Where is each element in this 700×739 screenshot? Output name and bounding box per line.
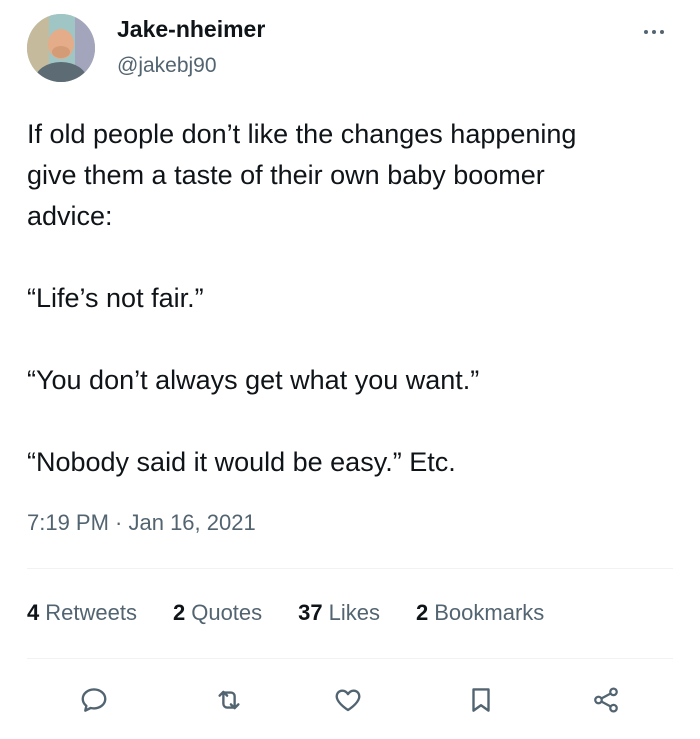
author-handle[interactable]: @jakebj90 [117,54,217,78]
retweet-icon [218,690,240,710]
engagement-stats: 4 Retweets 2 Quotes 37 Likes 2 Bookmarks [27,600,580,626]
share-button[interactable] [584,678,628,722]
retweets-label: Retweets [45,600,137,625]
divider [27,568,673,569]
share-icon [594,687,618,713]
tweet-text: If old people don’t like the changes hap… [27,119,577,477]
quotes-count: 2 [172,600,186,625]
reply-button[interactable] [72,678,116,722]
likes-label: Likes [328,600,380,625]
more-options-button[interactable] [636,20,672,44]
like-button[interactable] [326,678,370,722]
bookmarks-count: 2 [416,600,429,625]
quotes-label: Quotes [191,600,263,625]
bookmarks-label: Bookmarks [434,600,545,625]
avatar[interactable] [27,14,95,82]
retweets-count: 4 [27,600,40,625]
tweet-timestamp[interactable]: 7:19 PM · Jan 16, 2021 [27,510,256,536]
bookmark-button[interactable] [459,678,503,722]
action-bar [0,678,700,722]
tweet-card: Jake-nheimer @jakebj90 If old people don… [0,0,700,739]
quotes-stat[interactable]: 2 Quotes [173,600,262,626]
divider [27,658,673,659]
reply-icon [81,688,107,712]
bookmarks-stat[interactable]: 2 Bookmarks [416,600,544,626]
retweets-stat[interactable]: 4 Retweets [27,600,137,626]
avatar-image [27,14,95,82]
bookmark-icon [472,688,490,712]
retweet-button[interactable] [207,678,251,722]
author-display-name[interactable]: Jake-nheimer [117,16,265,43]
likes-stat[interactable]: 37 Likes [298,600,380,626]
heart-icon [335,689,361,712]
more-horizontal-icon [644,30,648,34]
likes-count: 37 [298,600,323,625]
